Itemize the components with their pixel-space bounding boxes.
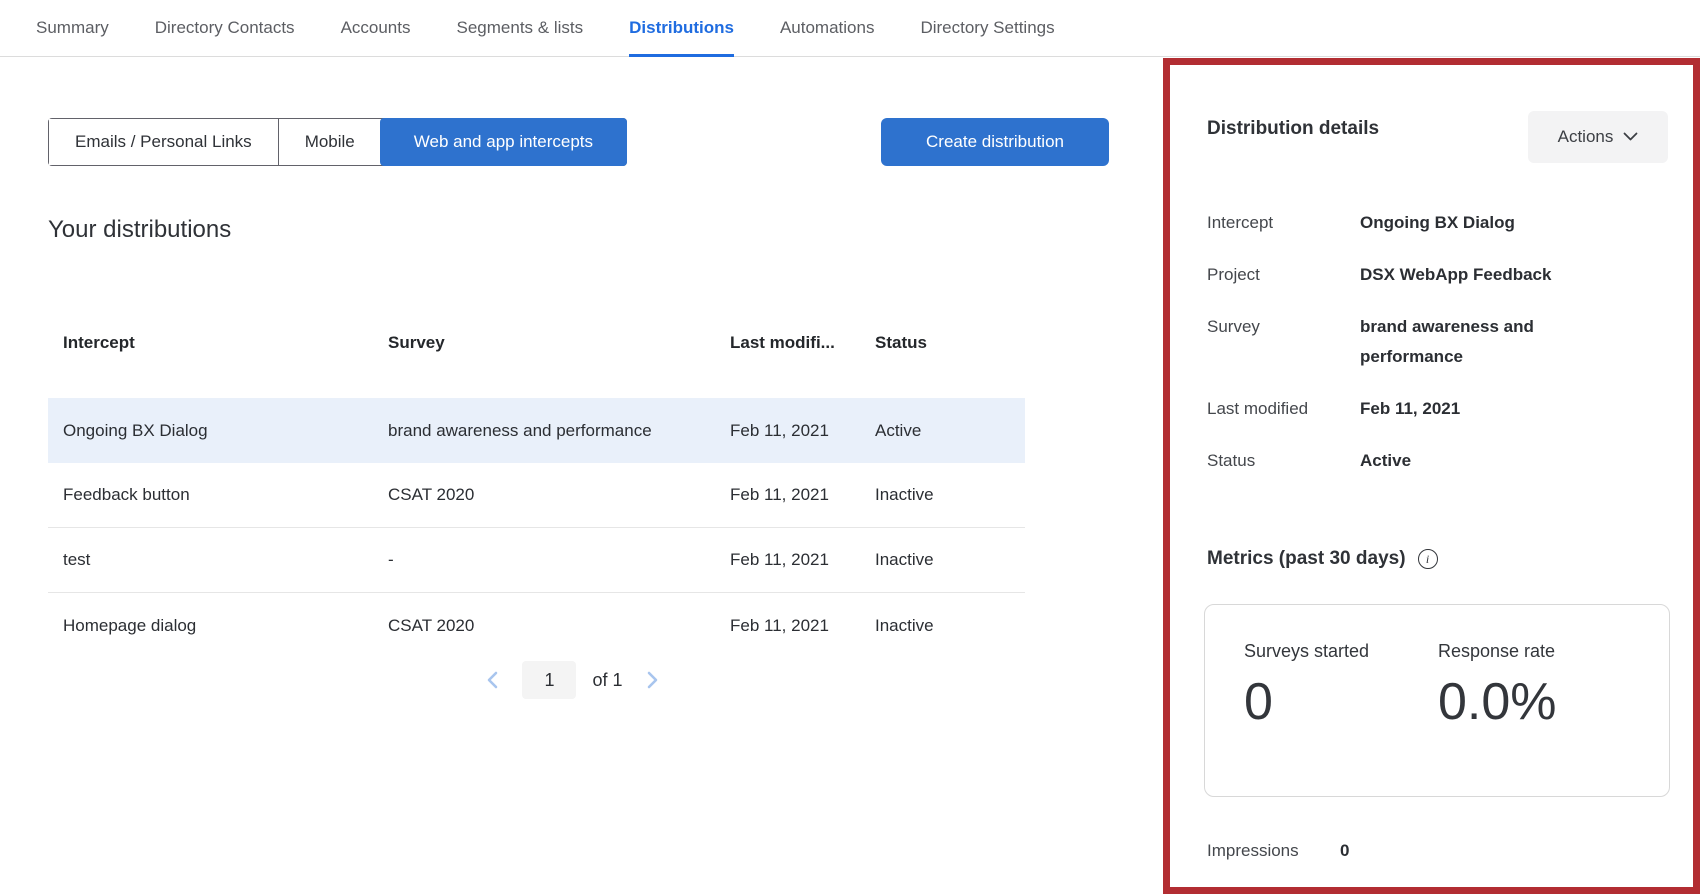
segment-emails-personal-links[interactable]: Emails / Personal Links: [49, 119, 278, 165]
table-header-row: Intercept Survey Last modifi... Status: [48, 318, 1025, 368]
cell-last-modified: Feb 11, 2021: [730, 485, 875, 505]
distribution-type-segmented-control: Emails / Personal Links Mobile Web and a…: [48, 118, 627, 166]
cell-last-modified: Feb 11, 2021: [730, 616, 875, 636]
tab-distributions[interactable]: Distributions: [629, 0, 734, 57]
tab-directory-settings[interactable]: Directory Settings: [920, 0, 1054, 57]
metric-value: 0: [1244, 672, 1438, 732]
tab-directory-contacts[interactable]: Directory Contacts: [155, 0, 295, 57]
metric-value: 0.0%: [1438, 672, 1632, 732]
pagination: 1 of 1: [84, 660, 1061, 700]
impressions-label: Impressions: [1207, 836, 1340, 866]
column-header-intercept: Intercept: [63, 333, 388, 353]
page-count-label: of 1: [592, 670, 622, 691]
metric-label: Response rate: [1438, 641, 1632, 662]
segment-web-and-app-intercepts[interactable]: Web and app intercepts: [380, 118, 627, 166]
cell-intercept: Feedback button: [63, 485, 388, 505]
field-value: Active: [1360, 446, 1411, 476]
details-panel-title: Distribution details: [1207, 118, 1379, 140]
actions-dropdown-button[interactable]: Actions: [1528, 111, 1668, 163]
cell-survey: CSAT 2020: [388, 616, 730, 636]
tab-segments-lists[interactable]: Segments & lists: [457, 0, 584, 57]
field-value: Ongoing BX Dialog: [1360, 208, 1515, 238]
directory-distributions-page: Summary Directory Contacts Accounts Segm…: [0, 0, 1700, 894]
chevron-left-icon: [485, 670, 501, 690]
table-row[interactable]: Feedback button CSAT 2020 Feb 11, 2021 I…: [48, 463, 1025, 528]
impressions-row: Impressions 0: [1207, 836, 1349, 866]
segment-mobile[interactable]: Mobile: [278, 119, 381, 165]
field-last-modified: Last modified Feb 11, 2021: [1207, 394, 1659, 424]
chevron-down-icon: [1623, 132, 1638, 142]
metrics-heading: Metrics (past 30 days) i: [1207, 548, 1438, 570]
cell-status: Inactive: [875, 550, 1025, 570]
impressions-value: 0: [1340, 836, 1349, 866]
cell-status: Active: [875, 421, 1025, 441]
tab-automations[interactable]: Automations: [780, 0, 875, 57]
cell-intercept: test: [63, 550, 388, 570]
metrics-heading-label: Metrics (past 30 days): [1207, 548, 1406, 570]
top-nav: Summary Directory Contacts Accounts Segm…: [0, 0, 1700, 57]
distributions-table: Intercept Survey Last modifi... Status O…: [48, 318, 1025, 658]
column-header-survey: Survey: [388, 333, 730, 353]
field-label: Survey: [1207, 312, 1360, 372]
table-row[interactable]: Ongoing BX Dialog brand awareness and pe…: [48, 398, 1025, 463]
field-label: Project: [1207, 260, 1360, 290]
cell-status: Inactive: [875, 485, 1025, 505]
field-label: Status: [1207, 446, 1360, 476]
cell-survey: CSAT 2020: [388, 485, 730, 505]
column-header-status: Status: [875, 333, 1025, 353]
field-value: Feb 11, 2021: [1360, 394, 1460, 424]
next-page-button[interactable]: [639, 667, 665, 693]
column-header-last-modified: Last modifi...: [730, 333, 875, 353]
field-status: Status Active: [1207, 446, 1659, 476]
metric-response-rate: Response rate 0.0%: [1438, 641, 1632, 796]
cell-survey: brand awareness and performance: [388, 421, 730, 441]
create-distribution-button[interactable]: Create distribution: [881, 118, 1109, 166]
metric-surveys-started: Surveys started 0: [1244, 641, 1438, 796]
distribution-details-fields: Intercept Ongoing BX Dialog Project DSX …: [1207, 208, 1659, 498]
cell-status: Inactive: [875, 616, 1025, 636]
field-intercept: Intercept Ongoing BX Dialog: [1207, 208, 1659, 238]
cell-last-modified: Feb 11, 2021: [730, 421, 875, 441]
current-page-indicator[interactable]: 1: [522, 661, 576, 699]
page-title: Your distributions: [48, 216, 231, 244]
previous-page-button[interactable]: [480, 667, 506, 693]
cell-intercept: Ongoing BX Dialog: [63, 421, 388, 441]
field-label: Intercept: [1207, 208, 1360, 238]
field-value: brand awareness and performance: [1360, 312, 1592, 372]
cell-intercept: Homepage dialog: [63, 616, 388, 636]
cell-survey: -: [388, 550, 730, 570]
field-value: DSX WebApp Feedback: [1360, 260, 1551, 290]
metrics-card: Surveys started 0 Response rate 0.0%: [1204, 604, 1670, 797]
tab-accounts[interactable]: Accounts: [341, 0, 411, 57]
info-icon[interactable]: i: [1418, 549, 1438, 569]
actions-label: Actions: [1558, 127, 1614, 147]
field-project: Project DSX WebApp Feedback: [1207, 260, 1659, 290]
table-row[interactable]: Homepage dialog CSAT 2020 Feb 11, 2021 I…: [48, 593, 1025, 658]
field-label: Last modified: [1207, 394, 1360, 424]
metric-label: Surveys started: [1244, 641, 1438, 662]
chevron-right-icon: [644, 670, 660, 690]
tab-summary[interactable]: Summary: [36, 0, 109, 57]
table-row[interactable]: test - Feb 11, 2021 Inactive: [48, 528, 1025, 593]
cell-last-modified: Feb 11, 2021: [730, 550, 875, 570]
field-survey: Survey brand awareness and performance: [1207, 312, 1659, 372]
